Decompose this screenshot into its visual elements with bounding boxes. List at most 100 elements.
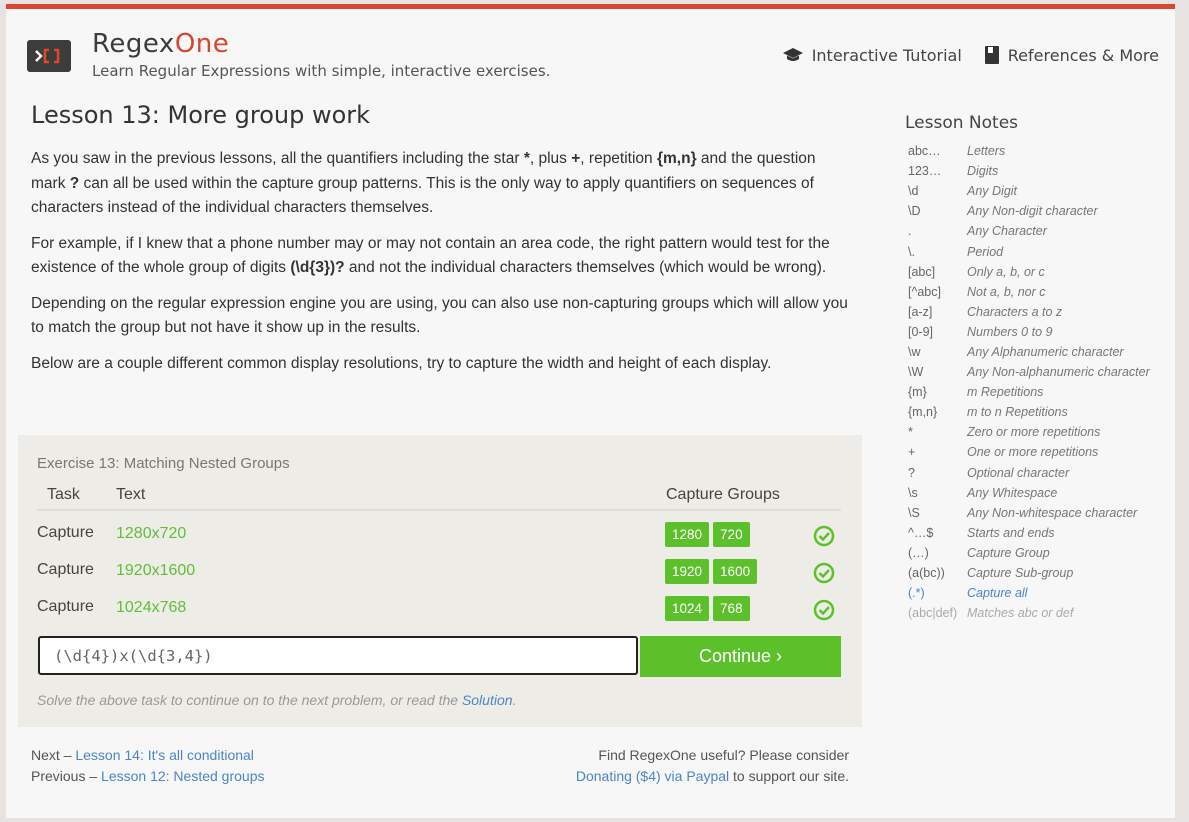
top-nav: Interactive Tutorial References & More <box>782 45 1159 65</box>
lesson-pagination: Next – Lesson 14: It's all conditional P… <box>31 745 265 787</box>
note-value: Capture all <box>967 586 1028 601</box>
note-key: (a(bc)) <box>908 566 945 581</box>
note-item: {m} m Repetitions <box>908 382 1173 402</box>
lesson-notes-title: Lesson Notes <box>905 113 1019 133</box>
brand-tagline: Learn Regular Expressions with simple, i… <box>92 62 551 80</box>
note-key: \d <box>908 184 919 199</box>
note-value: Not a, b, nor c <box>967 284 1046 299</box>
note-value: Any Character <box>967 224 1047 239</box>
capture-group-tag: 1280 <box>665 522 710 547</box>
continue-button[interactable]: Continue › <box>640 636 841 677</box>
logo-icon[interactable] <box>27 40 71 72</box>
note-value: Any Non-digit character <box>967 204 1098 219</box>
row-groups: 1280 720 <box>665 522 750 547</box>
nav-interactive-tutorial-label: Interactive Tutorial <box>811 45 962 65</box>
lesson-title: Lesson 13: More group work <box>31 101 371 129</box>
brand-name: RegexOne <box>92 29 230 59</box>
note-key: \D <box>908 204 921 219</box>
nav-references-label: References & More <box>1007 45 1159 65</box>
nav-references[interactable]: References & More <box>984 45 1159 65</box>
note-item: [a-z] Characters a to z <box>908 302 1173 322</box>
note-key: \w <box>908 344 921 359</box>
capture-group-tag: 1600 <box>713 559 758 584</box>
note-item: [abc] Only a, b, or c <box>908 262 1173 282</box>
note-item: \W Any Non-alphanumeric character <box>908 362 1173 382</box>
note-item: ^…$ Starts and ends <box>908 523 1173 543</box>
note-value: Optional character <box>967 465 1070 480</box>
note-value: Digits <box>967 164 999 179</box>
note-key: abc… <box>908 144 941 159</box>
col-text: Text <box>116 486 146 503</box>
note-value: Zero or more repetitions <box>967 425 1101 440</box>
note-key: \s <box>908 485 918 500</box>
note-value: Characters a to z <box>967 304 1063 319</box>
lesson-notes-list: abc… Letters 123… Digits \d Any Digit \D Any No… <box>908 141 1173 623</box>
note-item: (a(bc)) Capture Sub-group <box>908 563 1173 583</box>
note-value: Starts and ends <box>967 525 1055 540</box>
table-row: Capture 1920x1600 1920 1600 <box>37 556 841 592</box>
prev-prefix: Previous – <box>31 768 102 784</box>
note-value: One or more repetitions <box>967 445 1099 460</box>
note-value: Numbers 0 to 9 <box>967 324 1053 339</box>
brand[interactable]: RegexOne Learn Regular Expressions with … <box>92 29 550 80</box>
note-key: (…) <box>908 545 929 560</box>
note-item: \d Any Digit <box>908 181 1173 201</box>
note-key: \W <box>908 365 924 380</box>
prev-lesson-link[interactable]: Lesson 12: Nested groups <box>101 768 264 784</box>
note-key: (abc|def) <box>908 606 958 621</box>
note-item: [^abc] Not a, b, nor c <box>908 282 1173 302</box>
note-value: Only a, b, or c <box>967 264 1045 279</box>
check-circle-icon <box>813 562 835 584</box>
lesson-paragraph-4: Below are a couple different common disp… <box>31 354 772 372</box>
note-value: Capture Group <box>967 545 1050 560</box>
note-key: ? <box>908 465 915 480</box>
donate-note: Find RegexOne useful? Please consider Do… <box>549 745 849 787</box>
regex-answer-input[interactable] <box>38 636 638 675</box>
lesson-paragraph-2: For example, if I knew that a phone numb… <box>31 234 830 277</box>
lesson-body: As you saw in the previous lessons, all … <box>31 147 849 387</box>
note-key: ^…$ <box>908 525 934 540</box>
note-item: \s Any Whitespace <box>908 483 1173 503</box>
note-key: 123… <box>908 164 942 179</box>
note-value: Any Non-whitespace character <box>967 505 1138 520</box>
book-icon <box>984 46 999 64</box>
graduation-cap-icon <box>782 48 803 61</box>
note-key: + <box>908 445 916 460</box>
solve-hint: Solve the above task to continue on to t… <box>37 692 517 708</box>
note-value: m to n Repetitions <box>967 405 1068 420</box>
note-key: [^abc] <box>908 284 941 299</box>
note-item: + One or more repetitions <box>908 442 1173 462</box>
capture-group-tag: 768 <box>713 596 750 621</box>
note-item: abc… Letters <box>908 141 1173 161</box>
note-value: Letters <box>967 144 1006 159</box>
next-lesson-link[interactable]: Lesson 14: It's all conditional <box>75 747 254 763</box>
note-item: \w Any Alphanumeric character <box>908 342 1173 362</box>
note-key: (.*) <box>908 586 925 601</box>
next-prefix: Next – <box>31 747 76 763</box>
exercise-panel: Exercise 13: Matching Nested Groups Task… <box>18 435 862 727</box>
donate-link[interactable]: Donating ($4) via Paypal <box>576 768 729 784</box>
lesson-paragraph-1: As you saw in the previous lessons, all … <box>31 150 816 216</box>
col-capture-groups: Capture Groups <box>666 486 780 503</box>
note-value: Capture Sub-group <box>967 566 1074 581</box>
row-groups: 1920 1600 <box>665 559 758 584</box>
note-value: Any Whitespace <box>967 485 1058 500</box>
note-key: \S <box>908 505 920 520</box>
note-item: 123… Digits <box>908 161 1173 181</box>
note-item: \. Period <box>908 241 1173 261</box>
check-circle-icon <box>813 525 835 547</box>
page: RegexOne Learn Regular Expressions with … <box>6 4 1175 818</box>
note-item: {m,n} m to n Repetitions <box>908 402 1173 422</box>
capture-group-tag: 1024 <box>665 596 710 621</box>
nav-interactive-tutorial[interactable]: Interactive Tutorial <box>782 46 962 65</box>
capture-group-tag: 1920 <box>665 559 710 584</box>
note-value: Matches abc or def <box>967 606 1074 621</box>
note-item: * Zero or more repetitions <box>908 422 1173 442</box>
useful-text: Find RegexOne useful? Please consider <box>598 747 849 763</box>
row-groups: 1024 768 <box>665 596 750 621</box>
row-task: Capture <box>37 561 94 578</box>
exercise-table-header: Task Text Capture Groups <box>37 480 841 511</box>
note-item: (…) Capture Group <box>908 543 1173 563</box>
solution-link[interactable]: Solution <box>462 692 513 708</box>
note-value: Any Alphanumeric character <box>967 344 1124 359</box>
